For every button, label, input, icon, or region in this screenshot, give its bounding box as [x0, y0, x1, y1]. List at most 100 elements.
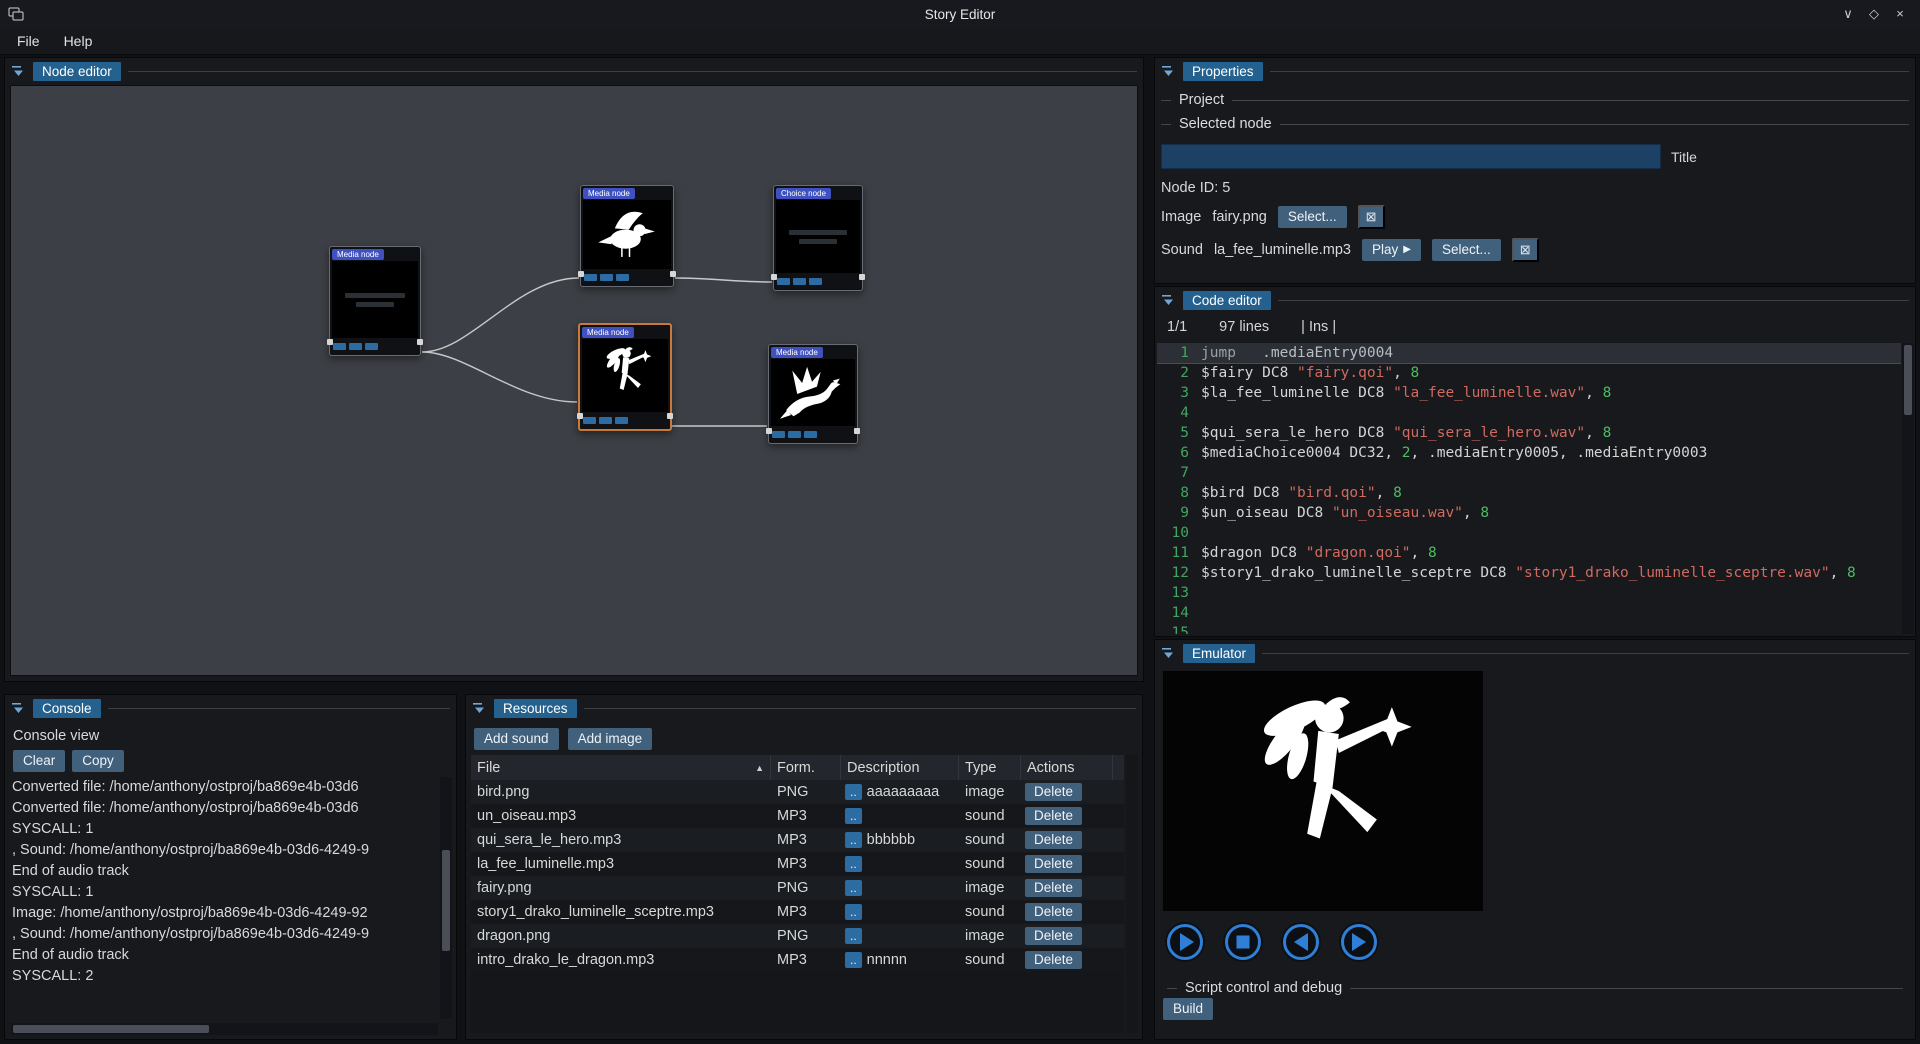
code-line[interactable]: 15 [1157, 623, 1901, 634]
edit-description-button[interactable]: .. [845, 904, 862, 920]
code-line[interactable]: 8$bird DC8 "bird.qoi", 8 [1157, 483, 1901, 503]
code-line[interactable]: 2$fairy DC8 "fairy.qoi", 8 [1157, 363, 1901, 383]
image-select-button[interactable]: Select... [1278, 206, 1347, 228]
clear-button[interactable]: Clear [13, 750, 65, 772]
close-button[interactable]: × [1888, 2, 1912, 26]
table-row[interactable]: dragon.pngPNG..imageDelete [471, 924, 1124, 948]
add-image-button[interactable]: Add image [568, 728, 653, 750]
menu-help[interactable]: Help [53, 30, 104, 52]
column-header-file[interactable]: File▲ [471, 755, 771, 780]
next-button[interactable] [1339, 922, 1379, 962]
graph-node-dragon[interactable]: Media node [768, 344, 858, 444]
node-controls [583, 414, 667, 426]
input-port[interactable] [327, 339, 333, 345]
edit-description-button[interactable]: .. [845, 952, 862, 968]
file-cell: la_fee_luminelle.mp3 [471, 856, 771, 872]
input-port[interactable] [577, 413, 583, 419]
graph-node-fairy[interactable]: Media node [578, 323, 672, 431]
delete-button[interactable]: Delete [1025, 951, 1082, 969]
output-port[interactable] [417, 339, 423, 345]
table-row[interactable]: bird.pngPNG..aaaaaaaaaimageDelete [471, 780, 1124, 804]
node-canvas[interactable]: Media node Media node Choice node Media nod… [10, 85, 1138, 676]
column-header-format[interactable]: Form. [771, 755, 841, 780]
input-port[interactable] [771, 274, 777, 280]
edit-description-button[interactable]: .. [845, 784, 862, 800]
code-line[interactable]: 9$un_oiseau DC8 "un_oiseau.wav", 8 [1157, 503, 1901, 523]
edit-description-button[interactable]: .. [845, 832, 862, 848]
edit-description-button[interactable]: .. [845, 928, 862, 944]
code-line[interactable]: 11$dragon DC8 "dragon.qoi", 8 [1157, 543, 1901, 563]
output-port[interactable] [667, 413, 673, 419]
scrollbar-thumb[interactable] [13, 1025, 209, 1033]
delete-button[interactable]: Delete [1025, 903, 1082, 921]
code-line[interactable]: 12$story1_drako_luminelle_sceptre DC8 "s… [1157, 563, 1901, 583]
code-line[interactable]: 1jump .mediaEntry0004 [1157, 343, 1901, 363]
graph-node-start[interactable]: Media node [329, 246, 421, 356]
code-line[interactable]: 13 [1157, 583, 1901, 603]
sound-clear-button[interactable]: ⊠ [1512, 238, 1539, 262]
collapse-icon[interactable] [1161, 293, 1176, 307]
table-row[interactable]: un_oiseau.mp3MP3..soundDelete [471, 804, 1124, 828]
code-line[interactable]: 4 [1157, 403, 1901, 423]
maximize-button[interactable]: ◇ [1862, 2, 1886, 26]
stop-button[interactable] [1223, 922, 1263, 962]
output-port[interactable] [859, 274, 865, 280]
line-number: 4 [1157, 403, 1189, 423]
delete-button[interactable]: Delete [1025, 879, 1082, 897]
play-button[interactable] [1165, 922, 1205, 962]
edit-description-button[interactable]: .. [845, 856, 862, 872]
table-row[interactable]: qui_sera_le_hero.mp3MP3..bbbbbbsoundDele… [471, 828, 1124, 852]
add-sound-button[interactable]: Add sound [474, 728, 559, 750]
graph-node-bird[interactable]: Media node [580, 185, 674, 287]
column-header-actions[interactable]: Actions [1021, 755, 1113, 780]
copy-button[interactable]: Copy [72, 750, 124, 772]
description-cell: .. [841, 904, 959, 920]
code-lines[interactable]: 1jump .mediaEntry00042$fairy DC8 "fairy.… [1157, 343, 1901, 634]
collapse-icon[interactable] [11, 701, 26, 715]
minimize-button[interactable]: ∨ [1836, 2, 1860, 26]
menu-file[interactable]: File [6, 30, 51, 52]
title-input[interactable] [1161, 144, 1661, 169]
column-header-description[interactable]: Description [841, 755, 959, 780]
code-line[interactable]: 3$la_fee_luminelle DC8 "la_fee_luminelle… [1157, 383, 1901, 403]
edit-description-button[interactable]: .. [845, 808, 862, 824]
resources-scrollbar[interactable] [1126, 755, 1138, 1033]
image-clear-button[interactable]: ⊠ [1358, 205, 1385, 229]
line-number: 6 [1157, 443, 1189, 463]
code-line[interactable]: 5$qui_sera_le_hero DC8 "qui_sera_le_hero… [1157, 423, 1901, 443]
collapse-icon[interactable] [1161, 64, 1176, 78]
console-horizontal-scrollbar[interactable] [11, 1023, 438, 1035]
scrollbar-thumb[interactable] [442, 850, 450, 952]
console-vertical-scrollbar[interactable] [440, 777, 452, 1019]
table-row[interactable]: la_fee_luminelle.mp3MP3..soundDelete [471, 852, 1124, 876]
code-line[interactable]: 14 [1157, 603, 1901, 623]
table-row[interactable]: story1_drako_luminelle_sceptre.mp3MP3..s… [471, 900, 1124, 924]
code-scrollbar[interactable] [1902, 343, 1914, 634]
collapse-icon[interactable] [1161, 646, 1176, 660]
scrollbar-thumb[interactable] [1904, 345, 1912, 415]
output-port[interactable] [854, 428, 860, 434]
code-line[interactable]: 6$mediaChoice0004 DC32, 2, .mediaEntry00… [1157, 443, 1901, 463]
delete-button[interactable]: Delete [1025, 927, 1082, 945]
input-port[interactable] [578, 271, 584, 277]
delete-button[interactable]: Delete [1025, 855, 1082, 873]
sound-play-button[interactable]: Play▶ [1362, 239, 1421, 261]
delete-button[interactable]: Delete [1025, 783, 1082, 801]
table-row[interactable]: fairy.pngPNG..imageDelete [471, 876, 1124, 900]
graph-node-choice[interactable]: Choice node [773, 185, 863, 291]
previous-button[interactable] [1281, 922, 1321, 962]
build-button[interactable]: Build [1163, 998, 1213, 1020]
delete-button[interactable]: Delete [1025, 831, 1082, 849]
collapse-icon[interactable] [472, 701, 487, 715]
column-header-type[interactable]: Type [959, 755, 1021, 780]
delete-button[interactable]: Delete [1025, 807, 1082, 825]
edit-description-button[interactable]: .. [845, 880, 862, 896]
code-line[interactable]: 7 [1157, 463, 1901, 483]
play-icon: ▶ [1403, 244, 1411, 256]
output-port[interactable] [670, 271, 676, 277]
sound-select-button[interactable]: Select... [1432, 239, 1501, 261]
collapse-icon[interactable] [11, 64, 26, 78]
code-line[interactable]: 10 [1157, 523, 1901, 543]
table-row[interactable]: intro_drako_le_dragon.mp3MP3..nnnnnsound… [471, 948, 1124, 972]
input-port[interactable] [766, 428, 772, 434]
